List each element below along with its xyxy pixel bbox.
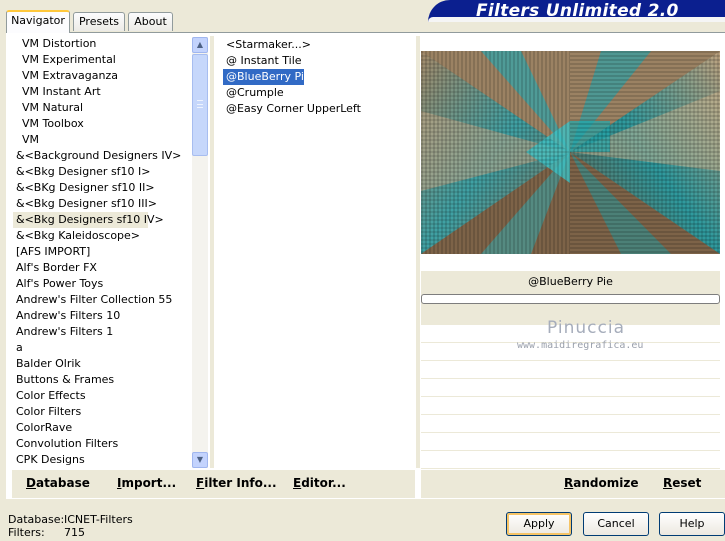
category-list[interactable]: VM Distortion VM Experimental VM Extrava… bbox=[13, 36, 190, 468]
list-item[interactable]: Alf's Border FX bbox=[13, 260, 190, 276]
list-item[interactable]: &<BKg Designer sf10 II> bbox=[13, 180, 190, 196]
navigator-toolbar: Database Import... Filter Info... Editor… bbox=[12, 470, 415, 498]
list-item[interactable]: VM Instant Art bbox=[13, 84, 190, 100]
status-area: Database: ICNET-Filters Filters: 715 bbox=[8, 513, 133, 539]
list-item[interactable]: &<Background Designers IV> bbox=[13, 148, 190, 164]
header-banner: Filters Unlimited 2.0 bbox=[428, 0, 725, 22]
list-item[interactable]: a bbox=[13, 340, 190, 356]
tab-presets[interactable]: Presets bbox=[73, 12, 125, 31]
list-item-selected[interactable]: &<Bkg Designers sf10 IV> bbox=[13, 212, 164, 228]
list-item[interactable]: Andrew's Filter Collection 55 bbox=[13, 292, 190, 308]
database-label: Database: bbox=[8, 513, 65, 526]
list-item[interactable]: Buttons & Frames bbox=[13, 372, 190, 388]
parameter-row[interactable] bbox=[421, 451, 720, 469]
list-item[interactable]: VM bbox=[13, 132, 190, 148]
filters-count: 715 bbox=[64, 526, 85, 539]
list-item[interactable]: Balder Olrik bbox=[13, 356, 190, 372]
list-item[interactable]: [AFS IMPORT] bbox=[13, 244, 190, 260]
divider bbox=[416, 36, 420, 468]
list-item[interactable]: &<Bkg Designer sf10 III> bbox=[13, 196, 190, 212]
parameter-row[interactable] bbox=[421, 433, 720, 451]
scroll-thumb[interactable] bbox=[192, 54, 208, 156]
filter-item[interactable]: <Starmaker...> bbox=[223, 37, 413, 53]
tab-about[interactable]: About bbox=[128, 12, 173, 31]
parameter-row[interactable] bbox=[421, 379, 720, 397]
list-item[interactable]: VM Natural bbox=[13, 100, 190, 116]
database-value: ICNET-Filters bbox=[64, 513, 133, 526]
reset-button[interactable]: Reset bbox=[663, 476, 701, 490]
filter-list[interactable]: <Starmaker...> @ Instant Tile @BlueBerry… bbox=[223, 37, 413, 137]
database-button[interactable]: Database bbox=[26, 476, 90, 490]
preview-image bbox=[421, 51, 720, 254]
filter-item[interactable]: @ Instant Tile bbox=[223, 53, 413, 69]
filter-item[interactable]: @Crumple bbox=[223, 85, 413, 101]
list-item[interactable]: CPK Designs bbox=[13, 452, 190, 468]
list-item[interactable]: Andrew's Filters 1 bbox=[13, 324, 190, 340]
grip-icon bbox=[197, 100, 203, 108]
parameter-row[interactable] bbox=[421, 415, 720, 433]
list-item[interactable]: Alf's Power Toys bbox=[13, 276, 190, 292]
watermark-title: Pinuccia bbox=[547, 318, 625, 338]
filters-label: Filters: bbox=[8, 526, 45, 539]
list-item[interactable]: &<Bkg Designer sf10 I> bbox=[13, 164, 190, 180]
parameter-row[interactable] bbox=[421, 361, 720, 379]
parameter-row[interactable] bbox=[421, 397, 720, 415]
list-item[interactable]: Andrew's Filters 10 bbox=[13, 308, 190, 324]
apply-button[interactable]: Apply bbox=[506, 512, 572, 536]
watermark-url: www.maidiregrafica.eu bbox=[517, 340, 644, 351]
list-item[interactable]: VM Distortion bbox=[13, 36, 190, 52]
filter-item-selected[interactable]: @BlueBerry Pie bbox=[223, 69, 311, 85]
divider bbox=[210, 36, 214, 468]
progress-bar bbox=[421, 294, 720, 304]
current-filter-label: @BlueBerry Pie bbox=[421, 271, 720, 293]
filter-item[interactable]: @Easy Corner UpperLeft bbox=[223, 101, 413, 117]
list-item[interactable]: VM Experimental bbox=[13, 52, 190, 68]
filter-info-button[interactable]: Filter Info... bbox=[196, 476, 277, 490]
progress-area bbox=[421, 293, 720, 305]
tab-navigator[interactable]: Navigator bbox=[6, 10, 70, 33]
list-item[interactable]: Color Effects bbox=[13, 388, 190, 404]
scroll-down-icon[interactable]: ▼ bbox=[192, 452, 208, 468]
list-item[interactable]: Color Filters bbox=[13, 404, 190, 420]
scroll-up-icon[interactable]: ▲ bbox=[192, 37, 208, 53]
list-item[interactable]: &<Bkg Kaleidoscope> bbox=[13, 228, 190, 244]
cancel-button[interactable]: Cancel bbox=[583, 512, 649, 536]
app-title: Filters Unlimited 2.0 bbox=[476, 1, 679, 21]
preview-toolbar: Randomize Reset bbox=[421, 470, 725, 498]
import-button[interactable]: Import... bbox=[117, 476, 176, 490]
editor-button[interactable]: Editor... bbox=[293, 476, 346, 490]
randomize-button[interactable]: Randomize bbox=[564, 476, 638, 490]
list-item[interactable]: Convolution Filters bbox=[13, 436, 190, 452]
list-item[interactable]: VM Extravaganza bbox=[13, 68, 190, 84]
list-item[interactable]: ColorRave bbox=[13, 420, 190, 436]
list-item[interactable]: VM Toolbox bbox=[13, 116, 190, 132]
category-scrollbar[interactable]: ▲ ▼ bbox=[192, 37, 208, 468]
help-button[interactable]: Help bbox=[659, 512, 725, 536]
